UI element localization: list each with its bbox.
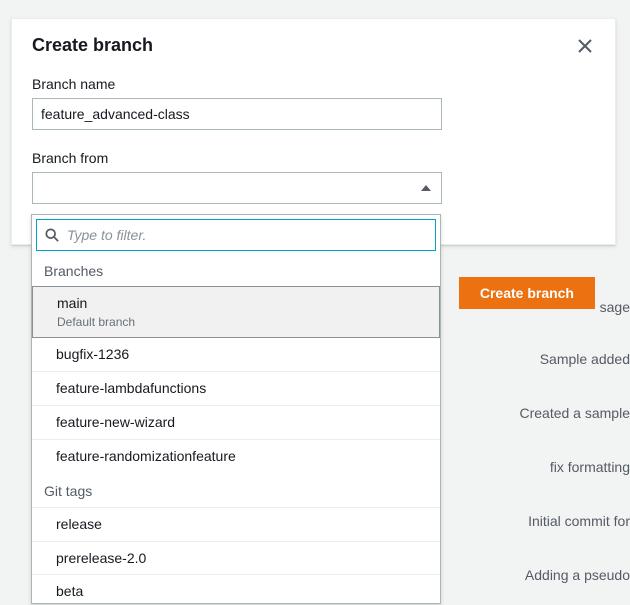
filter-row (36, 219, 436, 251)
close-icon (578, 39, 592, 53)
branch-from-select[interactable] (32, 172, 442, 204)
option-tag[interactable]: prerelease-2.0 (32, 541, 440, 575)
create-branch-button[interactable]: Create branch (459, 277, 595, 309)
option-branch[interactable]: feature-lambdafunctions (32, 371, 440, 405)
option-label: release (56, 516, 102, 532)
option-label: prerelease-2.0 (56, 550, 146, 566)
branch-name-label: Branch name (32, 76, 595, 92)
create-branch-modal: Create branch Branch name Branch from Ca… (11, 18, 616, 245)
option-branch-main[interactable]: main Default branch (32, 286, 440, 338)
filter-input[interactable] (67, 220, 427, 250)
branch-from-field: Branch from (32, 150, 595, 204)
option-tag[interactable]: release (32, 507, 440, 541)
option-branch[interactable]: feature-randomizationfeature (32, 439, 440, 473)
modal-header: Create branch (12, 19, 615, 70)
option-branch[interactable]: feature-new-wizard (32, 405, 440, 439)
option-label: main (57, 294, 427, 313)
option-label: feature-new-wizard (56, 414, 175, 430)
branch-from-dropdown: Branches main Default branch bugfix-1236… (31, 214, 441, 604)
branch-name-input[interactable] (32, 98, 442, 130)
modal-title: Create branch (32, 35, 153, 56)
modal-body: Branch name Branch from (12, 70, 615, 204)
option-label: beta (56, 583, 83, 599)
option-label: feature-lambdafunctions (56, 380, 206, 396)
branch-from-label: Branch from (32, 150, 595, 166)
caret-up-icon (421, 185, 431, 191)
group-header-tags: Git tags (32, 473, 440, 507)
option-branch[interactable]: bugfix-1236 (32, 337, 440, 371)
option-sublabel: Default branch (57, 314, 427, 330)
option-label: feature-randomizationfeature (56, 448, 236, 464)
branch-name-field: Branch name (32, 76, 595, 130)
group-header-branches: Branches (32, 253, 440, 287)
option-tag[interactable]: beta (32, 574, 440, 605)
option-label: bugfix-1236 (56, 346, 129, 362)
search-icon (45, 228, 59, 242)
close-button[interactable] (575, 36, 595, 56)
